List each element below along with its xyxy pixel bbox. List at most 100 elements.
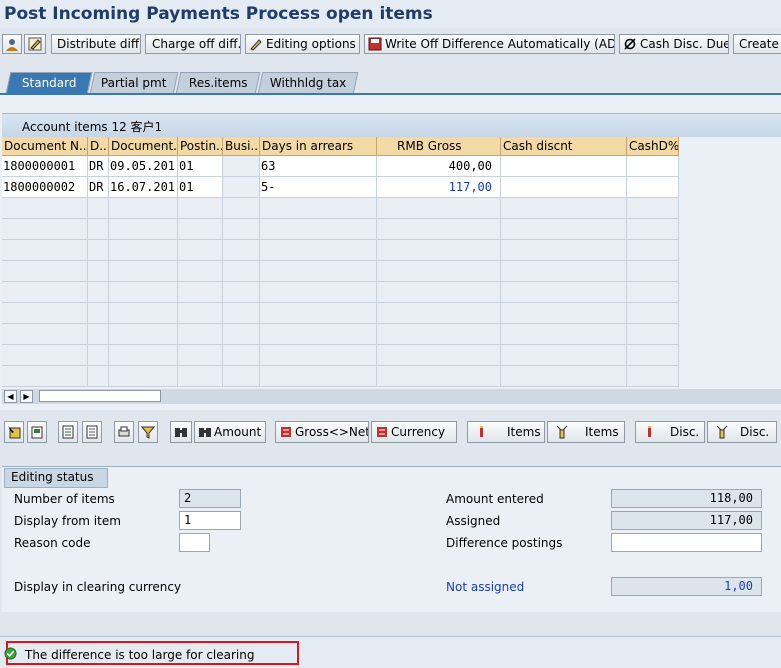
diff-postings-input[interactable] bbox=[611, 533, 762, 552]
items-label: Items bbox=[507, 425, 541, 439]
table-cell-pct[interactable] bbox=[627, 303, 679, 324]
pencil-icon bbox=[250, 39, 262, 51]
find-button[interactable] bbox=[170, 421, 192, 443]
table-cell-pct[interactable] bbox=[627, 177, 679, 198]
scroll-right-icon[interactable]: ▶ bbox=[20, 390, 33, 403]
display-from-label: Display from item bbox=[14, 514, 121, 528]
col-header-days-arrears[interactable]: Days in arrears bbox=[260, 137, 377, 156]
scroll-left-icon[interactable]: ◀ bbox=[4, 390, 17, 403]
table-cell-busi bbox=[223, 261, 260, 282]
table-cell-date bbox=[109, 303, 178, 324]
col-header-rmb-gross[interactable]: RMB Gross bbox=[377, 137, 501, 156]
tab-standard-label: Standard bbox=[21, 76, 77, 90]
create-button[interactable]: Create bbox=[733, 34, 781, 54]
table-cell-type bbox=[88, 261, 109, 282]
table-cell-pct[interactable] bbox=[627, 366, 679, 387]
table-cell-type: DR bbox=[88, 156, 109, 177]
table-cell-date bbox=[109, 240, 178, 261]
gross-net-button[interactable]: Gross<>Net bbox=[275, 421, 369, 443]
cash-disc-due-button[interactable]: Cash Disc. Due bbox=[619, 34, 729, 54]
table-cell-post: 01 bbox=[178, 156, 223, 177]
table-cell-discnt[interactable] bbox=[501, 156, 627, 177]
tab-withholding-tax[interactable]: Withhldg tax bbox=[257, 72, 359, 94]
filter-button[interactable] bbox=[138, 421, 158, 443]
table-cell-pct[interactable] bbox=[627, 345, 679, 366]
table-cell-pct[interactable] bbox=[627, 219, 679, 240]
tab-res-items[interactable]: Res.items bbox=[175, 72, 261, 94]
col-header-cash-discnt[interactable]: Cash discnt bbox=[501, 137, 627, 156]
table-cell-post bbox=[178, 261, 223, 282]
col-header-business[interactable]: Busi... bbox=[223, 137, 260, 156]
table-cell-discnt[interactable] bbox=[501, 282, 627, 303]
table-cell-pct[interactable] bbox=[627, 198, 679, 219]
currency-button[interactable]: Currency bbox=[371, 421, 457, 443]
table-cell-pct[interactable] bbox=[627, 240, 679, 261]
table-cell-gross bbox=[377, 261, 501, 282]
horizontal-scrollbar[interactable]: ◀ ▶ bbox=[2, 389, 781, 404]
deselect-all-button[interactable] bbox=[27, 421, 47, 443]
disc-button[interactable]: Disc. bbox=[635, 421, 705, 443]
distribute-diff-button[interactable]: Distribute diff. bbox=[51, 34, 141, 54]
table-cell-pct[interactable] bbox=[627, 261, 679, 282]
amount-label: Amount bbox=[214, 425, 262, 439]
deactivate-items-button[interactable] bbox=[82, 421, 102, 443]
table-cell-gross bbox=[377, 219, 501, 240]
select-all-button[interactable] bbox=[4, 421, 24, 443]
search-amount-button[interactable]: Amount bbox=[194, 421, 266, 443]
table-cell-busi bbox=[223, 240, 260, 261]
assigned-label: Assigned bbox=[446, 514, 501, 528]
user-icon-button[interactable] bbox=[2, 34, 22, 54]
table-cell-busi bbox=[223, 198, 260, 219]
table-cell-pct[interactable] bbox=[627, 282, 679, 303]
write-off-auto-button[interactable]: Write Off Difference Automatically (AD) bbox=[364, 34, 615, 54]
table-cell-type bbox=[88, 345, 109, 366]
tab-partial-pmt[interactable]: Partial pmt bbox=[89, 72, 179, 94]
col-header-doc-type[interactable]: D... bbox=[88, 137, 109, 156]
table-cell-discnt[interactable] bbox=[501, 324, 627, 345]
table-cell-pct[interactable] bbox=[627, 324, 679, 345]
col-header-cashd-pct[interactable]: CashD% bbox=[627, 137, 679, 156]
table-cell-discnt[interactable] bbox=[501, 303, 627, 324]
table-cell-doc bbox=[2, 240, 88, 261]
table-cell-post bbox=[178, 345, 223, 366]
table-cell-type bbox=[88, 366, 109, 387]
table-cell-doc bbox=[2, 261, 88, 282]
table-cell-doc: 1800000002 bbox=[2, 177, 88, 198]
status-message[interactable]: The difference is too large for clearing bbox=[4, 641, 299, 665]
table-cell-busi bbox=[223, 177, 260, 198]
num-items-field: 2 bbox=[179, 489, 241, 508]
deselect-icon bbox=[31, 426, 43, 439]
col-header-posting[interactable]: Postin... bbox=[178, 137, 223, 156]
table-cell-type: DR bbox=[88, 177, 109, 198]
table-cell-discnt[interactable] bbox=[501, 177, 627, 198]
col-header-doc-no[interactable]: Document N... bbox=[2, 137, 88, 156]
table-cell-discnt[interactable] bbox=[501, 219, 627, 240]
amount-entered-field: 118,00 bbox=[611, 489, 762, 508]
activate-items-button[interactable] bbox=[58, 421, 78, 443]
disc-label: Disc. bbox=[670, 425, 700, 439]
tab-standard[interactable]: Standard bbox=[5, 72, 93, 94]
table-cell-pct[interactable] bbox=[627, 156, 679, 177]
display-from-input[interactable]: 1 bbox=[179, 511, 241, 530]
disc-all-button[interactable]: Disc. bbox=[707, 421, 777, 443]
col-header-doc-date[interactable]: Document... bbox=[109, 137, 178, 156]
scroll-thumb[interactable] bbox=[39, 390, 161, 402]
table-cell-discnt[interactable] bbox=[501, 345, 627, 366]
table-cell-discnt[interactable] bbox=[501, 366, 627, 387]
items-button[interactable]: Items bbox=[467, 421, 545, 443]
table-cell-days: 5- bbox=[260, 177, 377, 198]
print-button[interactable] bbox=[114, 421, 134, 443]
charge-off-diff-button[interactable]: Charge off diff. bbox=[145, 34, 241, 54]
table-cell-discnt[interactable] bbox=[501, 198, 627, 219]
table-cell-busi bbox=[223, 345, 260, 366]
table-cell-discnt[interactable] bbox=[501, 261, 627, 282]
editing-options-button[interactable]: Editing options bbox=[245, 34, 360, 54]
items-all-button[interactable]: Items bbox=[547, 421, 625, 443]
table-cell-discnt[interactable] bbox=[501, 240, 627, 261]
table-cell-gross: 400,00 bbox=[377, 156, 501, 177]
table-cell-doc bbox=[2, 198, 88, 219]
edit-icon-button[interactable] bbox=[24, 34, 46, 54]
gross-net-label: Gross<>Net bbox=[295, 425, 369, 439]
table-cell-busi bbox=[223, 324, 260, 345]
reason-code-input[interactable] bbox=[179, 533, 210, 552]
